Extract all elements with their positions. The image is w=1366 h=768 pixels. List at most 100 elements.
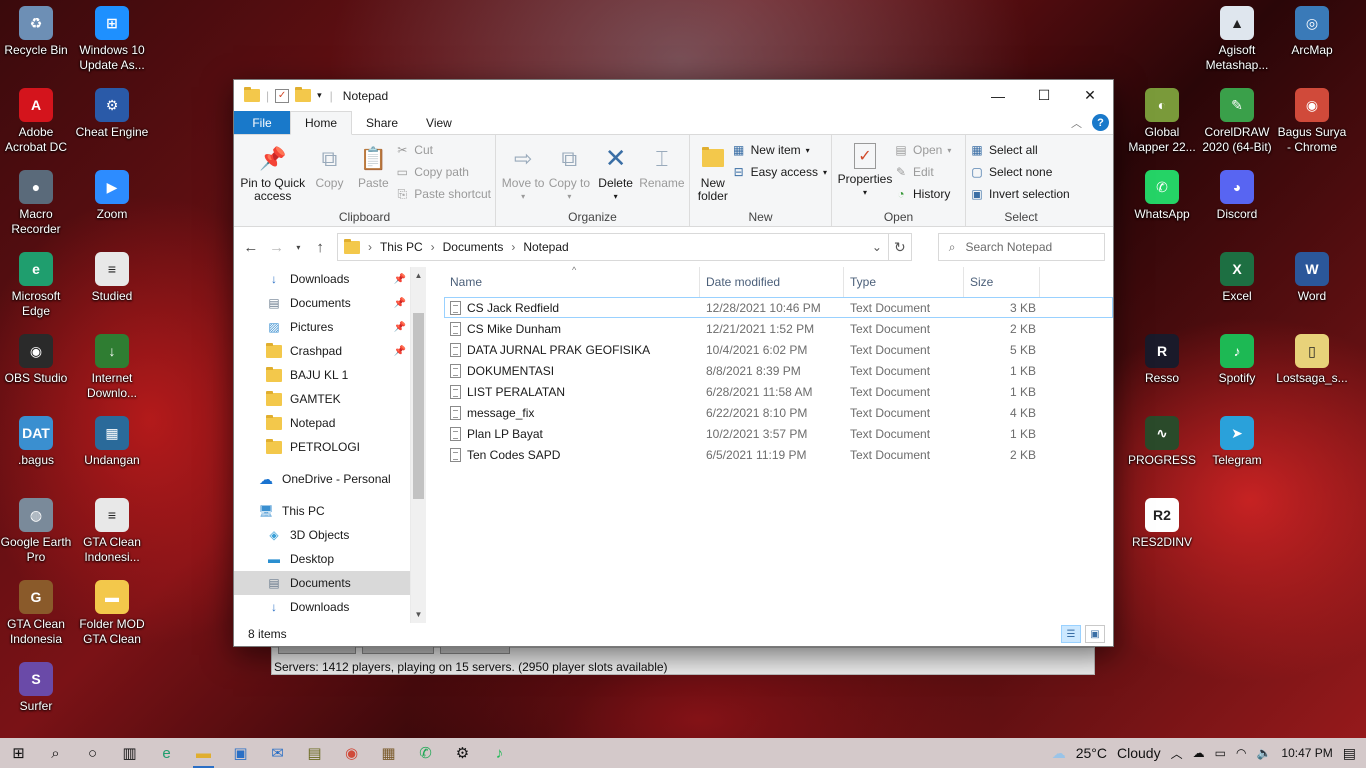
- nav-item-quick-access[interactable]: PETROLOGI: [234, 435, 410, 459]
- game-icon[interactable]: ▦: [370, 738, 407, 768]
- new-item-button[interactable]: ▦ New item ▾: [732, 141, 827, 159]
- file-row[interactable]: CS Mike Dunham 12/21/2021 1:52 PM Text Doc…: [444, 318, 1113, 339]
- file-row[interactable]: Ten Codes SAPD 6/5/2021 11:19 PM Text Docu…: [444, 444, 1113, 465]
- refresh-icon[interactable]: ↻: [888, 233, 912, 261]
- background-tab[interactable]: [440, 646, 510, 654]
- whatsapp-icon[interactable]: ✆: [407, 738, 444, 768]
- column-size[interactable]: Size: [964, 267, 1040, 297]
- minimize-button[interactable]: —: [975, 80, 1021, 111]
- new-folder-button[interactable]: New folder: [694, 139, 732, 208]
- select-all-button[interactable]: ▦ Select all: [970, 141, 1070, 159]
- address-box[interactable]: › This PC › Documents › Notepad ⌄: [336, 233, 889, 261]
- desktop-icon[interactable]: ● Macro Recorder: [0, 170, 74, 237]
- desktop-icon[interactable]: ➤ Telegram: [1199, 416, 1275, 468]
- scroll-thumb[interactable]: [413, 313, 424, 499]
- clock[interactable]: 10:47 PM: [1281, 746, 1332, 760]
- file-row[interactable]: LIST PERALATAN 6/28/2021 11:58 AM Text Doc…: [444, 381, 1113, 402]
- notepad-icon[interactable]: ▤: [296, 738, 333, 768]
- desktop-icon[interactable]: ♻ Recycle Bin: [0, 6, 74, 58]
- desktop-icon[interactable]: R Resso: [1124, 334, 1200, 386]
- chevron-right-icon[interactable]: ›: [511, 240, 515, 254]
- battery-icon[interactable]: ▭: [1215, 746, 1226, 760]
- nav-item-quick-access[interactable]: ▨ Pictures 📌: [234, 315, 410, 339]
- weather-condition[interactable]: Cloudy: [1117, 745, 1161, 761]
- desktop-icon[interactable]: ▲ Agisoft Metashap...: [1199, 6, 1275, 73]
- move-to-button[interactable]: ⇨ Move to ▾: [500, 139, 546, 208]
- nav-item-quick-access[interactable]: ▤ Documents 📌: [234, 291, 410, 315]
- nav-item-this-pc-child[interactable]: ↓ Downloads: [234, 595, 410, 619]
- paste-shortcut-button[interactable]: ⎘ Paste shortcut: [395, 185, 491, 203]
- tab-home[interactable]: Home: [290, 111, 353, 135]
- chevron-right-icon[interactable]: ›: [368, 240, 372, 254]
- start-icon[interactable]: ⊞: [0, 738, 37, 768]
- desktop-icon[interactable]: X Excel: [1199, 252, 1275, 304]
- desktop-icon[interactable]: ↓ Internet Downlo...: [74, 334, 150, 401]
- new-folder-icon[interactable]: [295, 87, 312, 102]
- background-tab[interactable]: [362, 646, 434, 654]
- tab-file[interactable]: File: [234, 111, 290, 134]
- column-type[interactable]: Type: [844, 267, 964, 297]
- nav-item-quick-access[interactable]: ↓ Downloads 📌: [234, 267, 410, 291]
- nav-item-quick-access[interactable]: Notepad: [234, 411, 410, 435]
- copy-button[interactable]: ⧉ Copy: [308, 139, 352, 208]
- desktop-icon[interactable]: ✆ WhatsApp: [1124, 170, 1200, 222]
- file-row[interactable]: Plan LP Bayat 10/2/2021 3:57 PM Text Docum…: [444, 423, 1113, 444]
- breadcrumb-notepad[interactable]: Notepad: [523, 240, 568, 254]
- desktop-icon[interactable]: ✎ CorelDRAW 2020 (64-Bit): [1199, 88, 1275, 155]
- spotify-icon[interactable]: ♪: [481, 738, 518, 768]
- cortana-icon[interactable]: ○: [74, 738, 111, 768]
- back-arrow-icon[interactable]: ←: [242, 239, 260, 256]
- desktop-icon[interactable]: G GTA Clean Indonesia: [0, 580, 74, 647]
- copy-to-button[interactable]: ⧉ Copy to ▾: [546, 139, 592, 208]
- nav-scrollbar[interactable]: ▲ ▼: [410, 267, 426, 623]
- close-button[interactable]: ✕: [1067, 80, 1113, 111]
- desktop-icon[interactable]: e Microsoft Edge: [0, 252, 74, 319]
- history-button[interactable]: ◔ History: [894, 185, 951, 203]
- desktop-icon[interactable]: ▶ Zoom: [74, 170, 150, 222]
- desktop-icon[interactable]: ◍ Google Earth Pro: [0, 498, 74, 565]
- nav-item-this-pc[interactable]: 🖥 This PC: [234, 499, 410, 523]
- paste-button[interactable]: 📋 Paste: [351, 139, 395, 208]
- title-bar[interactable]: | ✓ ▾ | Notepad — ☐ ✕: [234, 80, 1113, 111]
- scroll-down-icon[interactable]: ▼: [411, 610, 426, 619]
- pin-quick-access-button[interactable]: 📌 Pin to Quick access: [238, 139, 308, 208]
- tray-chevron-up-icon[interactable]: ︿: [1171, 745, 1183, 762]
- volume-icon[interactable]: 🔈: [1256, 746, 1271, 760]
- nav-item-this-pc-child[interactable]: ▤ Documents: [234, 571, 410, 595]
- breadcrumb-this-pc[interactable]: This PC: [380, 240, 423, 254]
- desktop-icon[interactable]: W Word: [1274, 252, 1350, 304]
- cut-button[interactable]: ✂ Cut: [395, 141, 491, 159]
- wifi-icon[interactable]: ◠: [1236, 746, 1246, 760]
- background-tab[interactable]: [278, 646, 356, 654]
- maximize-button[interactable]: ☐: [1021, 80, 1067, 111]
- nav-item-quick-access[interactable]: BAJU KL 1: [234, 363, 410, 387]
- onedrive-tray-icon[interactable]: ☁: [1193, 746, 1205, 760]
- background-app-window[interactable]: Servers: 1412 players, playing on 15 ser…: [271, 646, 1095, 675]
- delete-button[interactable]: ✕ Delete ▾: [593, 139, 639, 208]
- nav-item-quick-access[interactable]: GAMTEK: [234, 387, 410, 411]
- breadcrumb-documents[interactable]: Documents: [443, 240, 504, 254]
- properties-button[interactable]: ✓ Properties ▾: [836, 139, 894, 208]
- nav-item-onedrive[interactable]: ☁ OneDrive - Personal: [234, 467, 410, 491]
- desktop-icon[interactable]: ≡ GTA Clean Indonesi...: [74, 498, 150, 565]
- file-row[interactable]: message_fix 6/22/2021 8:10 PM Text Documen…: [444, 402, 1113, 423]
- column-date-modified[interactable]: Date modified: [700, 267, 844, 297]
- chevron-right-icon[interactable]: ›: [431, 240, 435, 254]
- recent-locations-icon[interactable]: ▾: [294, 243, 304, 252]
- open-button[interactable]: ▤ Open ▾: [894, 141, 951, 159]
- easy-access-button[interactable]: ⊟ Easy access ▾: [732, 163, 827, 181]
- navigation-pane[interactable]: ↓ Downloads 📌 ▤ Documents 📌 ▨ Pictures 📌 Crashpad…: [234, 267, 410, 623]
- desktop-icon[interactable]: R2 RES2DINV: [1124, 498, 1200, 550]
- desktop-icon[interactable]: ⚙ Cheat Engine: [74, 88, 150, 140]
- notifications-icon[interactable]: ▤: [1343, 745, 1356, 762]
- desktop-icon[interactable]: ◎ ArcMap: [1274, 6, 1350, 58]
- desktop-icon[interactable]: ◕ Discord: [1199, 170, 1275, 222]
- large-icons-view-icon[interactable]: ▣: [1085, 625, 1105, 643]
- file-row[interactable]: DATA JURNAL PRAK GEOFISIKA 10/4/2021 6:02…: [444, 339, 1113, 360]
- details-view-icon[interactable]: ☰: [1061, 625, 1081, 643]
- weather-cloud-icon[interactable]: ☁: [1052, 745, 1066, 762]
- help-icon[interactable]: ?: [1092, 114, 1109, 131]
- edge-icon[interactable]: e: [148, 738, 185, 768]
- desktop-icon[interactable]: S Surfer: [0, 662, 74, 714]
- file-explorer-window[interactable]: | ✓ ▾ | Notepad — ☐ ✕ File Home Share Vi…: [233, 79, 1114, 647]
